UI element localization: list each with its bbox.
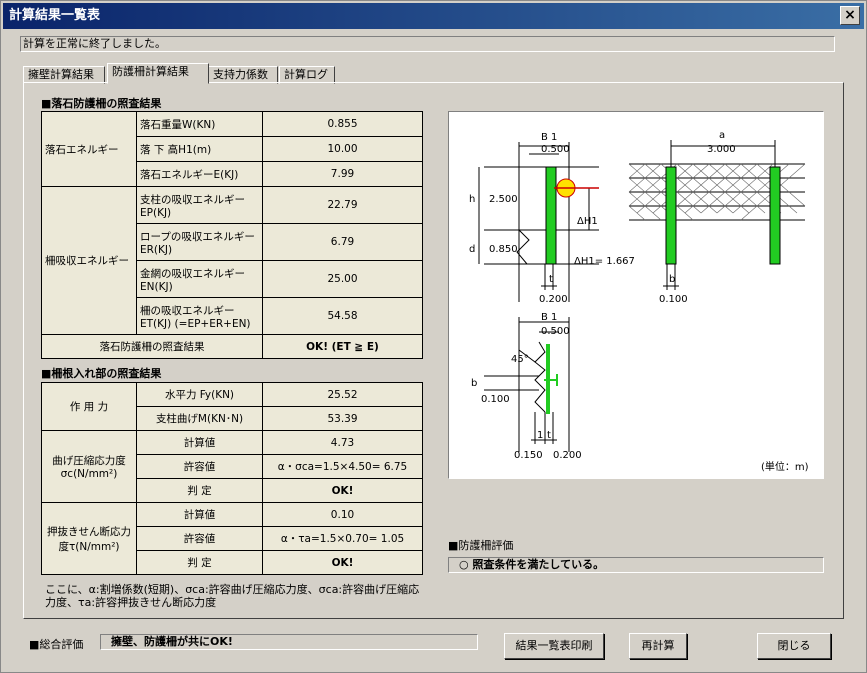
fence-check-table: 落石エネルギー 落石重量W(KN) 0.855 落 下 高H1(m) 10.00 落石…: [41, 111, 423, 359]
er-value: 6.79: [262, 223, 423, 261]
dim-b1-value: 0.500: [541, 144, 570, 155]
eval-title: ■防護柵評価: [448, 539, 514, 552]
dim-a-value: 3.000: [707, 144, 736, 155]
tab-fence[interactable]: 防護柵計算結果: [107, 63, 209, 84]
note-text: ここに、α:割増係数(短期)、σca:許容曲げ圧縮応力度、σca:許容曲げ圧縮応…: [45, 583, 420, 609]
dim-b-value: 0.100: [659, 294, 688, 305]
dim-b1-lower: B 1: [541, 312, 557, 323]
tau-judge-label: 判 定: [136, 550, 263, 575]
en-label: 金網の吸収エネルギーEN(KJ): [136, 260, 263, 298]
dim-t-value: 0.200: [539, 294, 568, 305]
force-group-label: 作 用 力: [41, 382, 137, 431]
weight-value: 0.855: [262, 111, 423, 137]
dim-h-value: 2.500: [489, 194, 518, 205]
dim-b: b: [669, 274, 675, 285]
dialog-window: 計算結果一覧表 × 計算を正常に終了しました。 擁壁計算結果 防護柵計算結果 支…: [0, 0, 867, 673]
overall-field: 擁壁、防護柵が共にOK!: [100, 634, 478, 650]
sigma-judge-value: OK!: [262, 478, 423, 503]
dim-d: d: [469, 244, 475, 255]
sigma-judge-label: 判 定: [136, 478, 263, 503]
sigma-allow-label: 許容値: [136, 454, 263, 479]
fence-result-value: OK! (ET ≧ E): [262, 334, 423, 359]
close-button[interactable]: 閉じる: [757, 633, 831, 659]
ep-value: 22.79: [262, 186, 423, 224]
tau-calc-value: 0.10: [262, 502, 423, 527]
dim-angle: 45°: [511, 354, 529, 365]
dim-bb: b: [471, 378, 477, 389]
sigma-group-label: 曲げ圧縮応力度σc(N/mm²): [41, 430, 137, 503]
tau-judge-value: OK!: [262, 550, 423, 575]
weight-label: 落石重量W(KN): [136, 111, 263, 137]
tau-group-label: 押抜きせん断応力度τ(N/mm²): [41, 502, 137, 575]
et-value: 54.58: [262, 297, 423, 335]
dim-one: 1: [537, 430, 543, 441]
fy-value: 25.52: [262, 382, 423, 407]
fence-result-label: 落石防護柵の照査結果: [41, 334, 263, 359]
print-button[interactable]: 結果一覧表印刷: [504, 633, 604, 659]
dim-150: 0.150: [514, 450, 543, 461]
absorb-group-label: 柵吸収エネルギー: [41, 186, 137, 335]
dim-200: 0.200: [553, 450, 582, 461]
fence-diagram: B 1 0.500 h 2.500 d 0.850 ΔH1 ΔH1= 1.667…: [448, 111, 824, 479]
m-value: 53.39: [262, 406, 423, 431]
tau-allow-value: α・τa=1.5×0.70= 1.05: [262, 526, 423, 551]
dim-b1: B 1: [541, 132, 557, 143]
dim-dh1-value: ΔH1= 1.667: [574, 256, 635, 267]
post-right: [769, 166, 781, 265]
en-value: 25.00: [262, 260, 423, 298]
et-label: 柵の吸収エネルギーET(KJ) (=EP+ER+EN): [136, 297, 263, 335]
height-value: 10.00: [262, 136, 423, 162]
fy-label: 水平力 Fy(KN): [136, 382, 263, 407]
ep-label: 支柱の吸収エネルギーEP(KJ): [136, 186, 263, 224]
title-bar: 計算結果一覧表 ×: [3, 3, 864, 29]
dim-dh1: ΔH1: [577, 216, 598, 227]
energy-e-value: 7.99: [262, 161, 423, 187]
dim-h: h: [469, 194, 475, 205]
eval-field: ○ 照査条件を満たしている。: [448, 557, 824, 573]
sigma-allow-value: α・σca=1.5×4.50= 6.75: [262, 454, 423, 479]
section-title-fence: ■落石防護柵の照査結果: [41, 97, 162, 110]
dim-d-value: 0.850: [489, 244, 518, 255]
er-label: ロープの吸収エネルギーER(KJ): [136, 223, 263, 261]
tau-calc-label: 計算値: [136, 502, 263, 527]
dim-bb-value: 0.100: [481, 394, 510, 405]
sigma-calc-label: 計算値: [136, 430, 263, 455]
height-label: 落 下 高H1(m): [136, 136, 263, 162]
unit-label: (単位：m): [761, 460, 809, 473]
recalc-button[interactable]: 再計算: [629, 633, 687, 659]
m-label: 支柱曲げM(KN･N): [136, 406, 263, 431]
post-left: [545, 166, 557, 265]
root-check-table: 作 用 力水平力 Fy(KN) 25.52 支柱曲げM(KN･N) 53.39 曲げ…: [41, 382, 423, 575]
sigma-calc-value: 4.73: [262, 430, 423, 455]
close-icon[interactable]: ×: [840, 6, 860, 25]
dim-t: t: [549, 274, 553, 285]
energy-group-label: 落石エネルギー: [41, 111, 137, 187]
section-title-root: ■柵根入れ部の照査結果: [41, 367, 162, 380]
overall-label: ■総合評価: [29, 638, 84, 651]
energy-e-label: 落石エネルギーE(KJ): [136, 161, 263, 187]
dim-b1-lower-value: 0.500: [541, 326, 570, 337]
dim-a: a: [719, 130, 725, 141]
status-field: 計算を正常に終了しました。: [20, 36, 835, 52]
tau-allow-label: 許容値: [136, 526, 263, 551]
post-mid: [665, 166, 677, 265]
window-title: 計算結果一覧表: [9, 8, 101, 23]
dim-tt: t: [547, 430, 551, 441]
